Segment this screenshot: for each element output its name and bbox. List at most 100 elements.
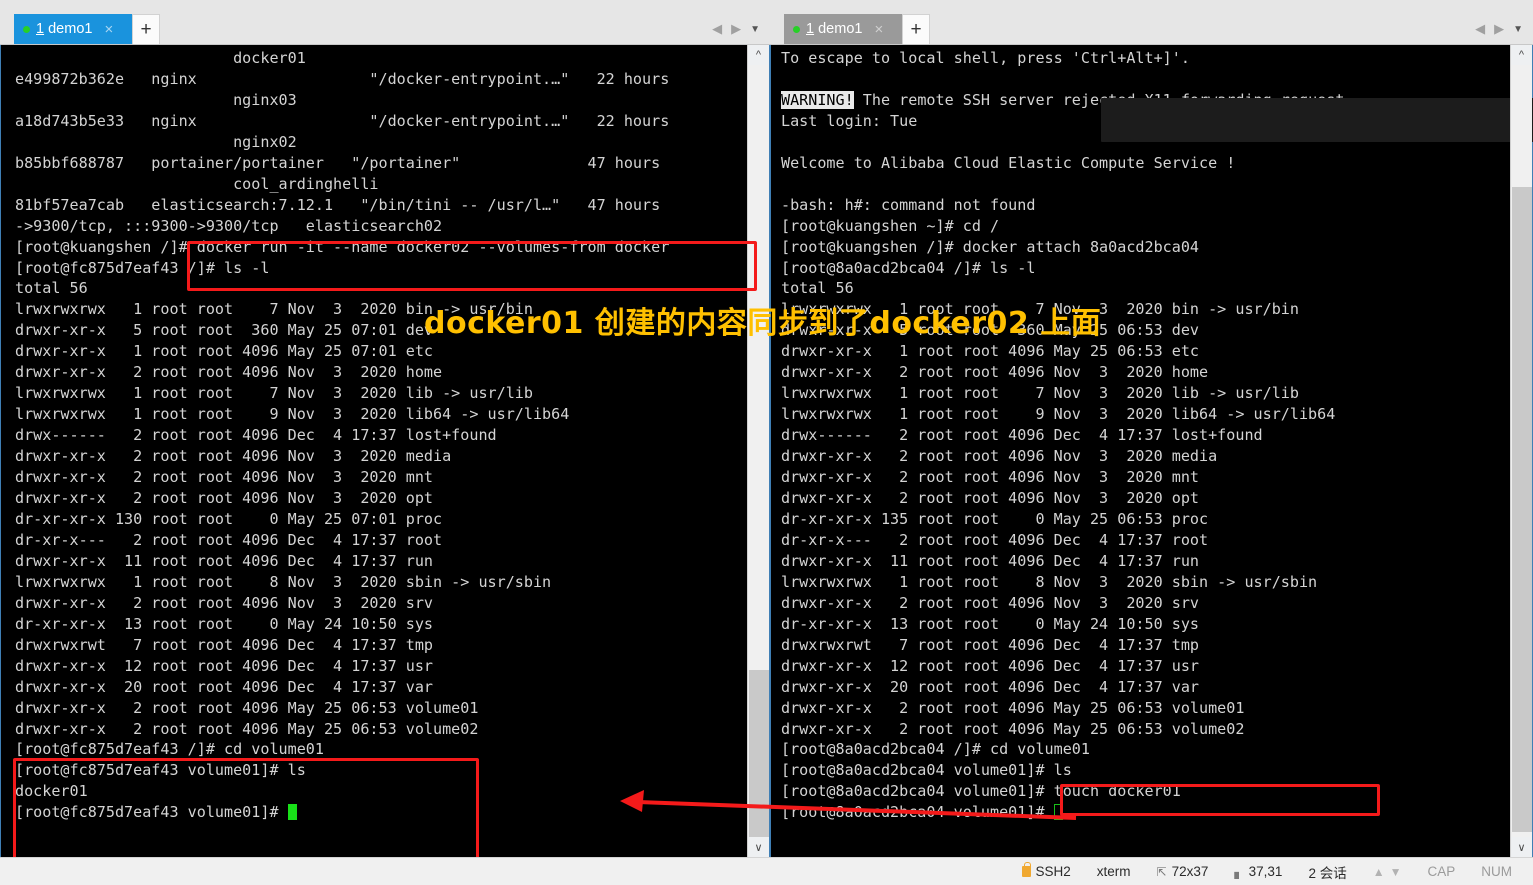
terminal-line: [root@8a0acd2bca04 volume01]# touch dock…	[781, 782, 1181, 801]
upload-arrow-icon: ▲	[1372, 864, 1385, 879]
status-terminal-type-label: xterm	[1096, 864, 1131, 879]
terminal-line: drwxr-xr-x 2 root root 4096 Nov 3 2020 h…	[15, 363, 443, 382]
terminal-line: drwxr-xr-x 2 root root 4096 May 25 06:53…	[781, 719, 1245, 738]
terminal-output-right[interactable]: To escape to local shell, press 'Ctrl+Al…	[771, 45, 1510, 857]
redacted-login-info	[1101, 98, 1533, 142]
new-tab-button[interactable]: +	[132, 14, 160, 44]
tab-prev-icon[interactable]: ◀	[712, 21, 722, 37]
scroll-up-icon[interactable]: ^	[1511, 45, 1532, 65]
status-terminal-type: xterm	[1084, 864, 1144, 879]
terminal-line: [root@8a0acd2bca04 /]# cd volume01	[781, 740, 1090, 759]
terminal-line: drwxr-xr-x 2 root root 4096 Nov 3 2020 o…	[781, 489, 1200, 508]
terminal-line: Welcome to Alibaba Cloud Elastic Compute…	[781, 153, 1236, 172]
terminal-line: dr-xr-xr-x 13 root root 0 May 24 10:50 s…	[15, 614, 434, 633]
terminal-line: total 56	[15, 279, 88, 298]
terminal-line: [root@fc875d7eaf43 volume01]#	[15, 802, 747, 823]
terminal-line: -bash: h#: command not found	[781, 195, 1036, 214]
terminal-line: lrwxrwxrwx 1 root root 8 Nov 3 2020 sbin…	[781, 572, 1318, 591]
terminal-line: e499872b362e nginx "/docker-entrypoint.……	[15, 69, 670, 88]
terminal-line: lrwxrwxrwx 1 root root 9 Nov 3 2020 lib6…	[781, 405, 1336, 424]
scrollbar-thumb-right[interactable]	[1512, 187, 1532, 832]
status-bar: SSH2 xterm ⇱ 72x37 ▖ 37,31 2 会话 ▲ ▼ CAP …	[0, 857, 1533, 885]
resize-icon: ⇱	[1156, 864, 1167, 879]
tab-strip-right: 1 demo1 × + ◀ ▶ ▼	[770, 0, 1533, 45]
tab-next-icon[interactable]: ▶	[1494, 21, 1504, 37]
status-caps-lock: CAP	[1414, 864, 1468, 879]
terminal-line: [root@8a0acd2bca04 volume01]# ls	[781, 761, 1072, 780]
lock-icon	[1021, 862, 1031, 877]
tab-label-left: 1 demo1	[36, 21, 93, 37]
terminal-line: b85bbf688787 portainer/portainer "/porta…	[15, 153, 661, 172]
terminal-line: ->9300/tcp, :::9300->9300/tcp elasticsea…	[15, 216, 443, 235]
scrollbar-left[interactable]: ^ ∨	[747, 45, 769, 857]
status-size-label: 72x37	[1171, 864, 1209, 879]
scrollbar-thumb-left[interactable]	[749, 670, 769, 845]
status-protocol: SSH2	[1009, 862, 1084, 879]
terminal-line: drwxr-xr-x 2 root root 4096 Nov 3 2020 s…	[781, 593, 1200, 612]
status-protocol-label: SSH2	[1035, 864, 1071, 879]
terminal-line: [root@kuangshen /]# docker attach 8a0acd…	[781, 237, 1200, 256]
terminal-line: drwxr-xr-x 2 root root 4096 Nov 3 2020 o…	[15, 489, 434, 508]
terminal-line: dr-xr-x--- 2 root root 4096 Dec 4 17:37 …	[781, 530, 1209, 549]
new-tab-button[interactable]: +	[902, 14, 930, 44]
terminal-line: drwxr-xr-x 1 root root 4096 May 25 07:01…	[15, 342, 434, 361]
terminal-line: drwxrwxrwt 7 root root 4096 Dec 4 17:37 …	[781, 635, 1200, 654]
tab-close-icon[interactable]: ×	[874, 22, 883, 37]
tab-next-icon[interactable]: ▶	[731, 21, 741, 37]
tab-menu-chevron-down-icon[interactable]: ▼	[1513, 24, 1523, 35]
terminal-line: 81bf57ea7cab elasticsearch:7.12.1 "/bin/…	[15, 195, 661, 214]
status-transfer-indicators: ▲ ▼	[1360, 865, 1415, 879]
terminal-line: drwxr-xr-x 20 root root 4096 Dec 4 17:37…	[781, 677, 1200, 696]
terminal-line: drwxr-xr-x 2 root root 4096 Nov 3 2020 h…	[781, 363, 1209, 382]
terminal-line: drwxr-xr-x 2 root root 4096 Nov 3 2020 m…	[15, 468, 434, 487]
terminal-line: nginx02	[15, 132, 297, 151]
terminal-line: lrwxrwxrwx 1 root root 9 Nov 3 2020 lib6…	[15, 405, 570, 424]
terminal-cursor	[1053, 804, 1063, 821]
terminal-line: drwxr-xr-x 2 root root 4096 Nov 3 2020 m…	[15, 447, 452, 466]
terminal-line: lrwxrwxrwx 1 root root 7 Nov 3 2020 bin …	[15, 300, 533, 319]
terminal-line: drwx------ 2 root root 4096 Dec 4 17:37 …	[15, 426, 497, 445]
terminal-line: To escape to local shell, press 'Ctrl+Al…	[781, 49, 1190, 67]
terminal-line: [root@8a0acd2bca04 /]# ls -l	[781, 258, 1036, 277]
tab-nav-right: ◀ ▶ ▼	[1475, 21, 1523, 37]
tab-demo1-left[interactable]: 1 demo1 ×	[14, 14, 142, 44]
terminal-line: dr-xr-xr-x 13 root root 0 May 24 10:50 s…	[781, 614, 1200, 633]
terminal-line: a18d743b5e33 nginx "/docker-entrypoint.……	[15, 111, 670, 130]
terminal-line: drwxr-xr-x 5 root root 360 May 25 06:53 …	[781, 321, 1200, 340]
status-size: ⇱ 72x37	[1144, 864, 1222, 879]
tab-close-icon[interactable]: ×	[104, 22, 113, 37]
terminal-line: nginx03	[15, 90, 297, 109]
terminal-line: lrwxrwxrwx 1 root root 7 Nov 3 2020 bin …	[781, 300, 1299, 319]
status-cursor-position-label: 37,31	[1248, 864, 1283, 879]
xshell-window: 1 demo1 × + ◀ ▶ ▼ docker01 e499872b362e n…	[0, 0, 1533, 885]
terminal-line: docker01	[15, 49, 306, 67]
scroll-down-icon[interactable]: ∨	[748, 837, 769, 857]
terminal-line: drwxr-xr-x 2 root root 4096 May 25 06:53…	[15, 719, 479, 738]
status-caps-label: CAP	[1427, 864, 1456, 879]
tab-label-right: 1 demo1	[806, 21, 863, 37]
terminal-line: drwxr-xr-x 1 root root 4096 May 25 06:53…	[781, 342, 1200, 361]
scrollbar-right[interactable]: ^ ∨	[1510, 45, 1532, 857]
tab-demo1-right[interactable]: 1 demo1 ×	[784, 14, 912, 44]
terminal-line: drwxr-xr-x 2 root root 4096 May 25 06:53…	[15, 698, 479, 717]
terminal-line: [root@fc875d7eaf43 /]# cd volume01	[15, 740, 324, 759]
scroll-down-icon[interactable]: ∨	[1511, 837, 1532, 857]
terminal-line: [root@fc875d7eaf43 volume01]# ls	[15, 761, 306, 780]
tab-nav-left: ◀ ▶ ▼	[712, 21, 760, 37]
terminal-line: drwxr-xr-x 5 root root 360 May 25 07:01 …	[15, 321, 434, 340]
terminal-line: drwxr-xr-x 12 root root 4096 Dec 4 17:37…	[15, 656, 434, 675]
terminal-line: [root@8a0acd2bca04 volume01]#	[781, 802, 1510, 823]
terminal-frame-left: docker01 e499872b362e nginx "/docker-entr…	[0, 45, 770, 858]
tab-prev-icon[interactable]: ◀	[1475, 21, 1485, 37]
scroll-up-icon[interactable]: ^	[748, 45, 769, 65]
tab-strip-left: 1 demo1 × + ◀ ▶ ▼	[0, 0, 770, 45]
tab-menu-chevron-down-icon[interactable]: ▼	[750, 24, 760, 35]
terminal-line: drwxr-xr-x 12 root root 4096 Dec 4 17:37…	[781, 656, 1200, 675]
download-arrow-icon: ▼	[1389, 864, 1402, 879]
terminal-line: total 56	[781, 279, 854, 298]
terminal-output-left[interactable]: docker01 e499872b362e nginx "/docker-entr…	[1, 45, 747, 857]
terminal-line: lrwxrwxrwx 1 root root 7 Nov 3 2020 lib …	[15, 384, 533, 403]
terminal-line: [root@kuangshen /]# docker run -it --nam…	[15, 237, 670, 256]
terminal-pane-right: 1 demo1 × + ◀ ▶ ▼ To escape to local she…	[770, 0, 1533, 858]
